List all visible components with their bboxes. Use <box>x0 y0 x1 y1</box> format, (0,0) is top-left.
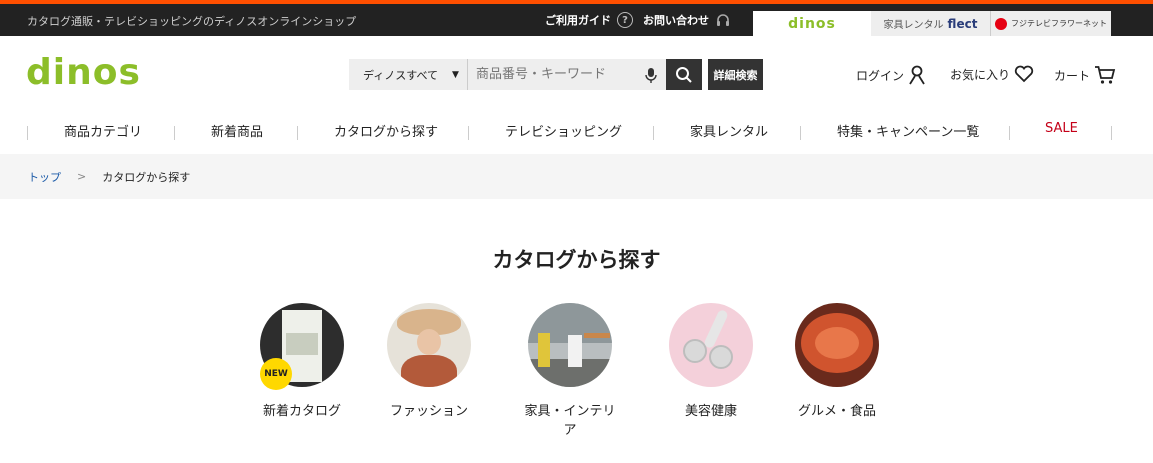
nav-item-categories[interactable]: 商品カテゴリ <box>64 121 142 140</box>
flect-logo: flect <box>947 16 978 31</box>
beauty-image <box>669 303 753 387</box>
nav-divider <box>1009 126 1010 140</box>
dinos-logo[interactable]: dinos <box>26 52 141 93</box>
fuji-tv-logo-icon <box>995 17 1007 30</box>
tab-rental-label: 家具レンタル <box>883 20 944 31</box>
site-tagline: カタログ通販・テレビショッピングのディノスオンラインショップ <box>27 15 357 28</box>
nav-divider <box>174 126 175 140</box>
main-header: dinos ディノスすべて ▼ 詳細検索 ログイン お気に入り カート <box>0 36 1153 108</box>
category-nav: 商品カテゴリ 新着商品 カタログから探す テレビショッピング 家具レンタル 特集… <box>0 108 1153 154</box>
face-shape <box>417 329 441 355</box>
roller-ball-right-shape <box>709 345 733 369</box>
search-icon <box>676 66 692 83</box>
contact-link[interactable]: お問い合わせ <box>643 12 731 28</box>
advanced-search-button[interactable]: 詳細検索 <box>708 59 763 90</box>
category-fashion[interactable]: ファッション <box>379 303 479 419</box>
user-guide-link[interactable]: ご利用ガイド ? <box>545 12 633 28</box>
roller-handle-shape <box>703 308 729 350</box>
nav-divider <box>297 126 298 140</box>
breadcrumb-separator: > <box>77 170 87 183</box>
nav-item-new-products[interactable]: 新着商品 <box>211 121 263 140</box>
fashion-image <box>387 303 471 387</box>
nav-item-furniture-rental[interactable]: 家具レンタル <box>690 121 768 140</box>
nav-item-sale[interactable]: SALE <box>1045 121 1078 136</box>
question-icon: ? <box>617 12 633 28</box>
tab-furniture-rental[interactable]: 家具レンタル flect <box>871 11 991 36</box>
category-new-catalog[interactable]: NEW 新着カタログ <box>252 303 352 419</box>
breadcrumb: トップ > カタログから探す <box>0 154 1153 199</box>
catalog-photo-shape <box>286 333 318 355</box>
search-scope-select[interactable]: ディノスすべて ▼ <box>349 59 467 90</box>
heart-icon <box>1014 65 1034 83</box>
cart-link[interactable]: カート <box>1054 65 1116 85</box>
user-guide-label: ご利用ガイド <box>545 14 611 27</box>
page-title: カタログから探す <box>492 248 661 272</box>
category-label: 新着カタログ <box>262 404 341 419</box>
interior-image <box>528 303 612 387</box>
tab-dinos[interactable]: dinos <box>753 11 871 36</box>
category-label: グルメ・食品 <box>797 404 876 419</box>
nav-divider <box>800 126 801 140</box>
microphone-icon <box>645 68 657 83</box>
yellow-chair-shape <box>538 333 550 367</box>
gourmet-image <box>795 303 879 387</box>
tab-flower-label: フジテレビフラワーネット <box>1011 19 1107 28</box>
search-scope-value: ディノスすべて <box>363 68 439 82</box>
nav-divider <box>27 126 28 140</box>
category-label: 家具・インテリア <box>524 404 616 438</box>
category-gourmet-food[interactable]: グルメ・食品 <box>787 303 887 419</box>
contact-label: お問い合わせ <box>643 14 709 27</box>
nav-divider <box>468 126 469 140</box>
new-badge: NEW <box>260 358 292 390</box>
search-button[interactable] <box>666 59 702 90</box>
search-bar: ディノスすべて ▼ 詳細検索 <box>349 59 763 90</box>
cart-label: カート <box>1054 68 1091 83</box>
white-chair-shape <box>568 335 582 367</box>
nav-item-tv-shopping[interactable]: テレビショッピング <box>505 121 622 140</box>
nav-item-campaigns[interactable]: 特集・キャンペーン一覧 <box>837 121 979 140</box>
category-label: ファッション <box>389 404 468 419</box>
site-switcher: dinos 家具レンタル flect フジテレビフラワーネット <box>753 11 1111 36</box>
category-furniture-interior[interactable]: 家具・インテリア <box>520 303 620 438</box>
dropdown-arrow-icon: ▼ <box>452 69 459 80</box>
favorites-link[interactable]: お気に入り <box>950 65 1034 83</box>
tab-flower-net[interactable]: フジテレビフラワーネット <box>991 11 1111 36</box>
login-link[interactable]: ログイン <box>856 65 926 85</box>
login-label: ログイン <box>856 68 905 83</box>
cart-icon <box>1095 66 1116 84</box>
nav-item-catalog[interactable]: カタログから探す <box>334 121 438 140</box>
user-icon <box>909 65 925 85</box>
category-label: 美容健康 <box>684 404 737 419</box>
favorites-label: お気に入り <box>950 67 1011 82</box>
table-shape <box>584 333 610 338</box>
breadcrumb-current: カタログから探す <box>102 170 191 184</box>
blouse-shape <box>401 355 457 387</box>
crab-shell-shape <box>815 327 859 359</box>
nav-divider <box>1111 126 1112 140</box>
top-utility-bar: カタログ通販・テレビショッピングのディノスオンラインショップ ご利用ガイド ? … <box>0 4 1153 36</box>
nav-divider <box>653 126 654 140</box>
headset-icon <box>717 14 729 26</box>
tab-dinos-label: dinos <box>788 15 836 32</box>
search-input[interactable] <box>467 59 666 90</box>
category-beauty-health[interactable]: 美容健康 <box>661 303 761 419</box>
breadcrumb-top-link[interactable]: トップ <box>28 169 61 185</box>
